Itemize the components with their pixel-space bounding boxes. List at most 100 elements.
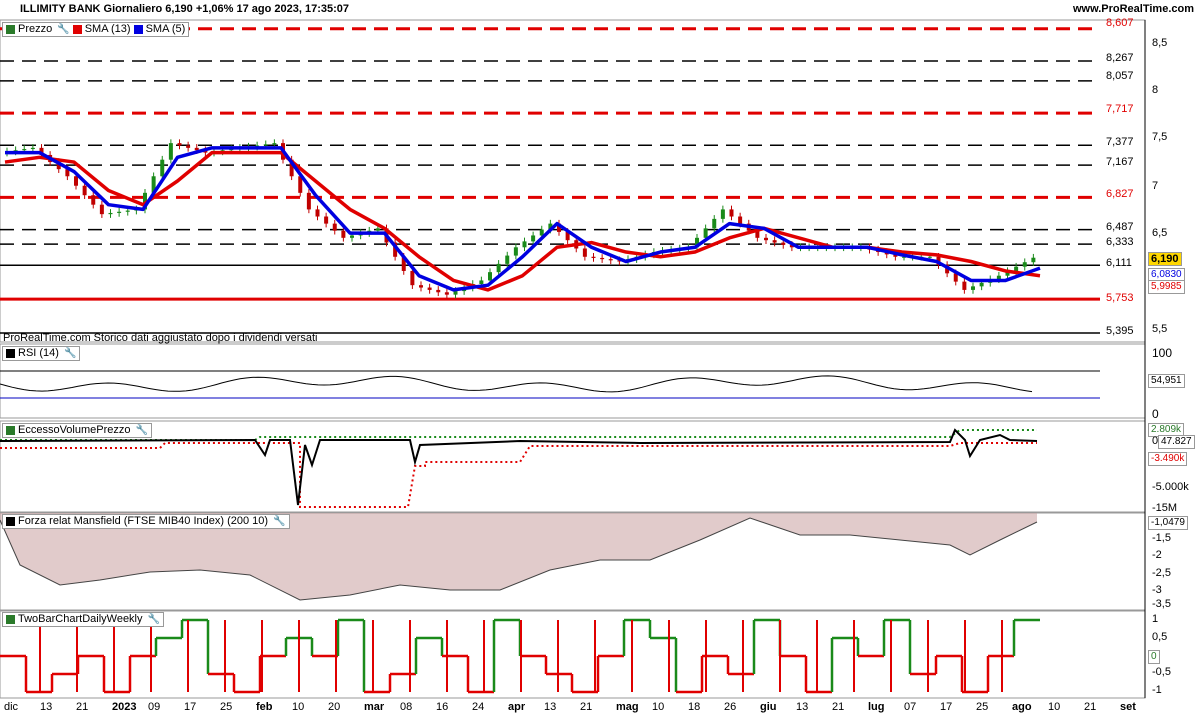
rsi-swatch — [6, 349, 15, 358]
sma5-swatch — [133, 25, 143, 34]
twobar-tick: -0,5 — [1152, 666, 1171, 678]
x-tick: 21 — [76, 701, 89, 713]
x-tick: 10 — [652, 701, 665, 713]
candle-body — [764, 237, 768, 241]
mansfield-legend-label: Forza relat Mansfield (FTSE MIB40 Index)… — [18, 515, 269, 527]
level-label: 8,607 — [1106, 17, 1134, 29]
candle-body — [350, 235, 354, 238]
volume-swatch — [6, 426, 15, 435]
sma13-swatch — [72, 25, 82, 34]
candle-body — [30, 147, 35, 150]
candle-body — [99, 204, 104, 215]
candle-body — [738, 216, 743, 224]
candle-body — [419, 285, 423, 288]
volume-tick: -15M — [1152, 502, 1178, 514]
sma13-badge: 5,9985 — [1148, 280, 1185, 294]
x-tick: set — [1120, 701, 1136, 713]
x-tick: apr — [508, 701, 526, 713]
wrench-icon[interactable]: 🔧 — [136, 424, 148, 437]
candle-body — [160, 159, 165, 177]
volume-legend[interactable]: EccessoVolumePrezzo 🔧 — [2, 423, 152, 438]
candle-body — [82, 185, 87, 196]
x-tick: 25 — [220, 701, 233, 713]
rsi-legend[interactable]: RSI (14) 🔧 — [2, 346, 81, 361]
candle-body — [781, 242, 786, 245]
candle-body — [513, 247, 518, 256]
x-tick: 20 — [328, 701, 341, 713]
candle-body — [522, 241, 527, 248]
twobar-value: 0 — [1148, 650, 1160, 664]
x-tick: 21 — [832, 701, 845, 713]
level-label: 6,827 — [1106, 188, 1134, 200]
candle-body — [263, 144, 268, 146]
level-label: 5,753 — [1106, 292, 1134, 304]
candle-body — [720, 209, 725, 219]
level-label: 8,267 — [1106, 52, 1134, 64]
candle-body — [1022, 262, 1027, 267]
candle-body — [332, 223, 337, 231]
panel-frame — [0, 420, 1146, 513]
site-link[interactable]: www.ProRealTime.com — [1073, 3, 1194, 15]
twobar-tick: 0,5 — [1152, 631, 1168, 643]
candle-body — [962, 281, 967, 290]
last-price-badge: 6,190 — [1148, 252, 1182, 266]
panel-frame — [0, 343, 1146, 419]
twobar-tick: -1 — [1152, 684, 1162, 696]
candle-body — [306, 192, 311, 210]
y-tick: 6,5 — [1152, 227, 1168, 239]
candle-body — [22, 149, 27, 151]
candle-body — [74, 176, 78, 186]
y-tick: 8,5 — [1152, 37, 1168, 49]
volume-lower-dotted — [0, 442, 1037, 508]
price-legend[interactable]: Prezzo 🔧 SMA (13) SMA (5) — [2, 22, 190, 37]
x-tick: 13 — [796, 701, 809, 713]
x-tick: 21 — [580, 701, 593, 713]
rsi-line — [0, 375, 1033, 393]
candle-body — [125, 210, 130, 212]
wrench-icon[interactable]: 🔧 — [148, 613, 160, 626]
mansfield-legend[interactable]: Forza relat Mansfield (FTSE MIB40 Index)… — [2, 514, 290, 529]
legend-sma5: SMA (5) — [145, 23, 186, 35]
candle-body — [1031, 257, 1036, 263]
candle-body — [772, 240, 777, 243]
twobar-legend[interactable]: TwoBarChartDailyWeekly 🔧 — [2, 612, 164, 627]
level-label: 7,377 — [1106, 136, 1134, 148]
mansfield-tick: -2,5 — [1152, 567, 1171, 579]
x-tick: 08 — [400, 701, 413, 713]
mansfield-tick: -3 — [1152, 584, 1162, 596]
x-tick: giu — [760, 701, 777, 713]
candle-body — [177, 143, 182, 146]
x-tick: 07 — [904, 701, 917, 713]
x-tick: 10 — [1048, 701, 1061, 713]
rsi-tick: 0 — [1152, 407, 1159, 421]
x-tick: dic — [4, 701, 19, 713]
wrench-icon[interactable]: 🔧 — [57, 23, 69, 36]
mansfield-tick: -2 — [1152, 549, 1162, 561]
rsi-legend-label: RSI (14) — [18, 347, 59, 359]
candle-body — [729, 209, 734, 217]
twobar-legend-label: TwoBarChartDailyWeekly — [18, 613, 143, 625]
candle-body — [971, 286, 975, 290]
x-tick: 21 — [1084, 701, 1097, 713]
candle-body — [979, 282, 984, 287]
candle-body — [505, 255, 510, 264]
level-label: 6,111 — [1106, 257, 1132, 269]
candle-body — [117, 211, 122, 213]
x-tick: 17 — [940, 701, 953, 713]
x-tick: lug — [868, 701, 885, 713]
candle-body — [453, 291, 458, 295]
candle-body — [186, 145, 191, 148]
x-tick: 09 — [148, 701, 161, 713]
candle-body — [315, 209, 320, 217]
x-tick: mag — [616, 701, 639, 713]
wrench-icon[interactable]: 🔧 — [273, 515, 285, 528]
data-note: ProRealTime.com Storico dati aggiustato … — [3, 332, 318, 344]
level-label: 6,487 — [1106, 221, 1134, 233]
legend-sma13: SMA (13) — [84, 23, 131, 35]
candle-body — [608, 259, 613, 261]
wrench-icon[interactable]: 🔧 — [64, 347, 76, 360]
y-tick: 7 — [1152, 180, 1159, 192]
y-tick: 5,5 — [1152, 323, 1168, 335]
x-tick: 17 — [184, 701, 197, 713]
chart-canvas — [0, 19, 1146, 699]
